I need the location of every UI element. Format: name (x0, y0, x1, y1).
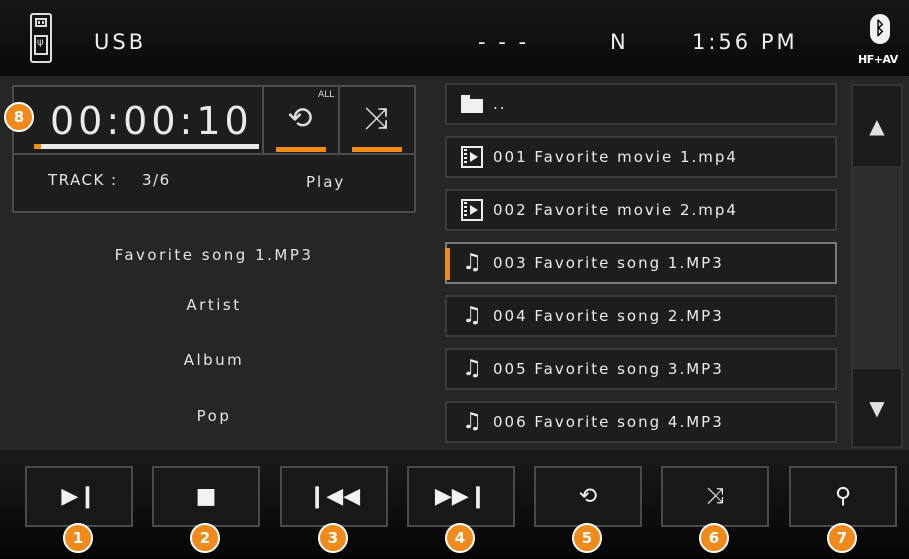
genre-name: Pop (196, 407, 232, 425)
next-track-button[interactable]: ▶▶❙ (407, 466, 515, 527)
file-name: 006 Favorite song 4.MP3 (493, 413, 724, 431)
usb-drive-icon[interactable] (30, 13, 52, 63)
elapsed-time: 00:00:10 (50, 99, 253, 143)
play-pause-button[interactable]: ▶❙ (25, 466, 133, 527)
scrollbar-thumb[interactable] (853, 166, 901, 369)
bluetooth-profile-label: HF+AV (858, 53, 898, 66)
progress-fill (34, 144, 41, 149)
divider (262, 87, 264, 153)
file-list-item[interactable]: ♫ 003 Favorite song 1.MP3 (445, 242, 837, 284)
track-label: TRACK : (48, 171, 118, 189)
callout-badge: 7 (827, 523, 857, 553)
track-number: 3/6 (142, 171, 171, 189)
callout-badge: 1 (63, 523, 93, 553)
next-track-icon: ▶▶❙ (434, 484, 488, 509)
status-header: USB - - - N 1:56 PM ᛒ HF+AV (0, 0, 909, 76)
callout-badge: 2 (190, 523, 220, 553)
file-name: 001 Favorite movie 1.mp4 (493, 148, 738, 166)
file-name: 002 Favorite movie 2.mp4 (493, 201, 738, 219)
scroll-up-icon[interactable]: ▲ (853, 86, 901, 166)
repeat-button[interactable]: ⟲ (534, 466, 642, 527)
music-note-icon: ♫ (462, 409, 482, 434)
divider (14, 153, 414, 155)
callout-badge: 8 (4, 102, 34, 132)
file-name: 003 Favorite song 1.MP3 (493, 254, 724, 272)
playback-state: Play (306, 173, 346, 191)
music-note-icon: ♫ (462, 356, 482, 381)
callout-badge: 3 (318, 523, 348, 553)
playback-status-box: 00:00:10 ⟲ ALL ⤨ TRACK : 3/6 Play (12, 85, 416, 213)
folder-icon (461, 93, 483, 115)
file-list-item[interactable]: 001 Favorite movie 1.mp4 (445, 136, 837, 178)
file-list-item[interactable]: ♫ 004 Favorite song 2.MP3 (445, 295, 837, 337)
callout-badge: 5 (572, 523, 602, 553)
previous-track-icon: ❙◀◀ (307, 484, 361, 509)
progress-bar[interactable] (34, 144, 259, 149)
movie-icon (461, 146, 483, 168)
file-name: 005 Favorite song 3.MP3 (493, 360, 724, 378)
previous-track-button[interactable]: ❙◀◀ (280, 466, 388, 527)
shuffle-active-indicator (352, 147, 402, 152)
repeat-mode-label: ALL (318, 90, 335, 100)
search-button[interactable]: ⚲ (789, 466, 897, 527)
repeat-icon: ⟲ (578, 484, 598, 509)
selection-indicator (445, 248, 450, 280)
radio-status: - - - (478, 30, 530, 54)
shuffle-icon: ⤨ (706, 484, 724, 509)
callout-badge: 4 (445, 523, 475, 553)
play-pause-icon: ▶❙ (61, 484, 97, 509)
artist-name: Artist (186, 296, 242, 314)
shuffle-icon[interactable]: ⤨ (348, 99, 404, 139)
repeat-active-indicator (276, 147, 326, 152)
stop-icon: ■ (195, 484, 217, 509)
shuffle-button[interactable]: ⤨ (661, 466, 769, 527)
scroll-down-icon[interactable]: ▼ (853, 368, 901, 448)
search-icon: ⚲ (834, 484, 852, 509)
music-note-icon: ♫ (462, 303, 482, 328)
bluetooth-icon: ᛒ (870, 14, 890, 44)
music-note-icon: ♫ (462, 250, 482, 275)
now-playing-panel: 00:00:10 ⟲ ALL ⤨ TRACK : 3/6 Play Favori… (0, 76, 428, 450)
callout-badge: 6 (699, 523, 729, 553)
source-title: USB (94, 30, 147, 54)
repeat-all-icon[interactable]: ⟲ (272, 99, 328, 139)
band-indicator: N (610, 30, 629, 54)
file-name: .. (493, 95, 507, 113)
file-list-item[interactable]: .. (445, 83, 837, 125)
divider (338, 87, 340, 153)
clock: 1:56 PM (692, 30, 798, 54)
song-title: Favorite song 1.MP3 (114, 246, 314, 264)
file-list-item[interactable]: 002 Favorite movie 2.mp4 (445, 189, 837, 231)
file-list-item[interactable]: ♫ 006 Favorite song 4.MP3 (445, 401, 837, 443)
stop-button[interactable]: ■ (152, 466, 260, 527)
file-list-item[interactable]: ♫ 005 Favorite song 3.MP3 (445, 348, 837, 390)
movie-icon (461, 199, 483, 221)
album-name: Album (183, 351, 245, 369)
file-name: 004 Favorite song 2.MP3 (493, 307, 724, 325)
